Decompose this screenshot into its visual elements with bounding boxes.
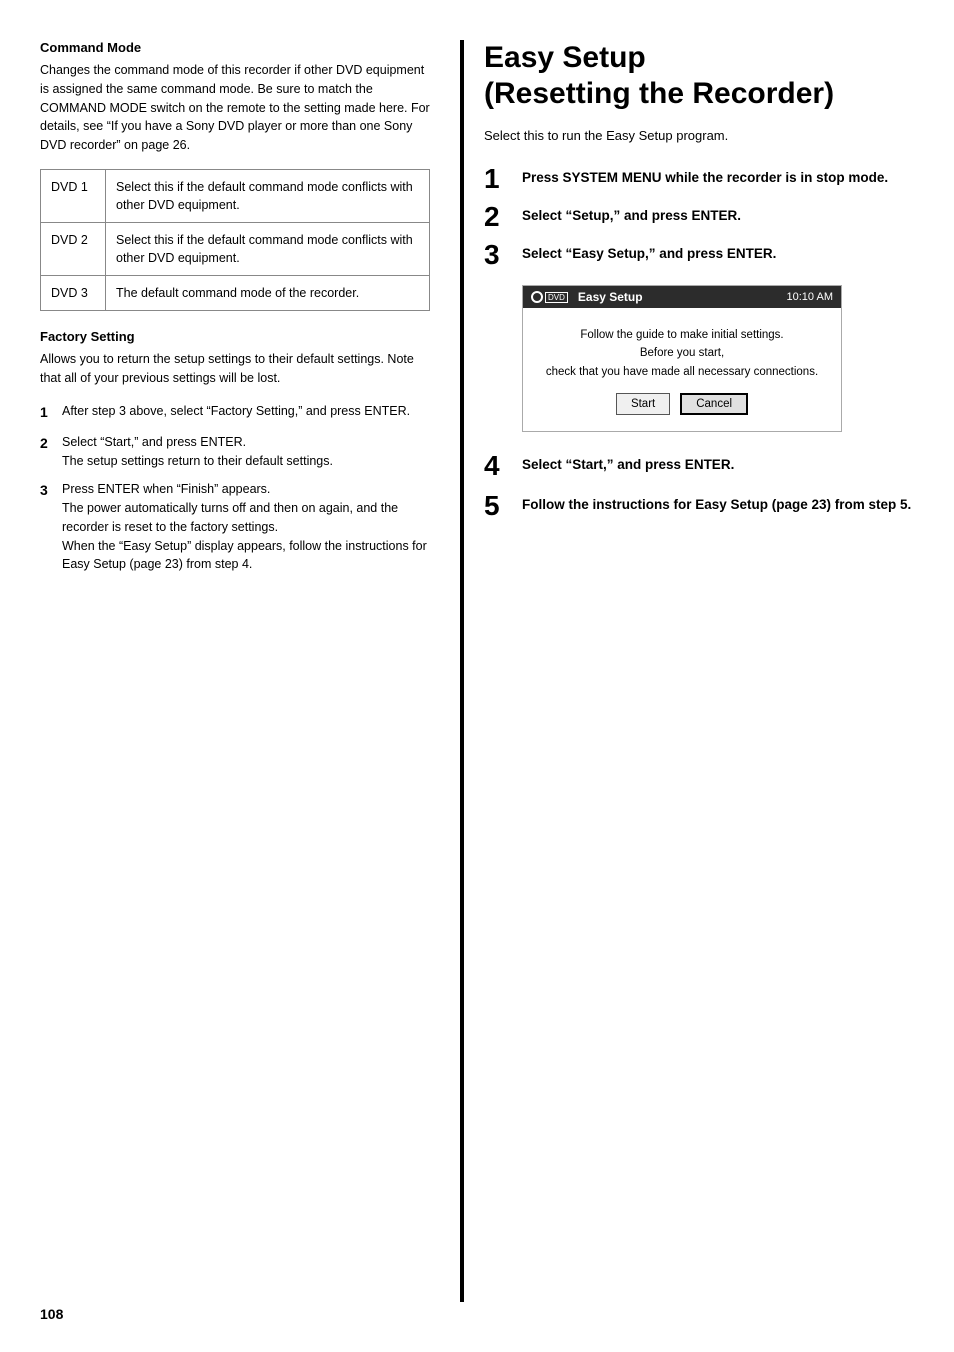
step-text: Press SYSTEM MENU while the recorder is … xyxy=(522,165,888,188)
table-row: DVD 2 Select this if the default command… xyxy=(41,223,430,276)
ui-mockup: DVD Easy Setup 10:10 AM Follow the guide… xyxy=(522,285,842,432)
right-column: Easy Setup (Resetting the Recorder) Sele… xyxy=(460,40,924,1302)
step-number: 2 xyxy=(40,433,62,471)
step-number: 2 xyxy=(484,203,522,231)
command-mode-section: Command Mode Changes the command mode of… xyxy=(40,40,430,311)
dvd-label: DVD 2 xyxy=(41,223,106,276)
step-text: Follow the instructions for Easy Setup (… xyxy=(522,492,911,515)
list-item: 5 Follow the instructions for Easy Setup… xyxy=(484,492,924,520)
mockup-body-line1: Follow the guide to make initial setting… xyxy=(539,326,825,344)
list-item: 1 Press SYSTEM MENU while the recorder i… xyxy=(484,165,924,193)
factory-setting-section: Factory Setting Allows you to return the… xyxy=(40,329,430,574)
page-container: Command Mode Changes the command mode of… xyxy=(0,0,954,1352)
step-content: After step 3 above, select “Factory Sett… xyxy=(62,402,430,423)
step-content: Select “Start,” and press ENTER.The setu… xyxy=(62,433,430,471)
dvd-desc: Select this if the default command mode … xyxy=(106,223,430,276)
mockup-body: Follow the guide to make initial setting… xyxy=(523,308,841,431)
table-row: DVD 3 The default command mode of the re… xyxy=(41,276,430,311)
list-item: 1 After step 3 above, select “Factory Se… xyxy=(40,402,430,423)
step-content: Press ENTER when “Finish” appears.The po… xyxy=(62,480,430,574)
step-number: 1 xyxy=(484,165,522,193)
step-number: 1 xyxy=(40,402,62,423)
step-text: Select “Setup,” and press ENTER. xyxy=(522,203,741,226)
dvd-circle xyxy=(531,291,543,303)
step-text: Select “Start,” and press ENTER. xyxy=(522,452,734,475)
command-mode-heading: Command Mode xyxy=(40,40,430,55)
dvd-label-small: DVD xyxy=(545,292,568,303)
left-column: Command Mode Changes the command mode of… xyxy=(40,40,460,1302)
page-number: 108 xyxy=(40,1306,63,1322)
step-number: 3 xyxy=(484,241,522,269)
mockup-header-title: Easy Setup xyxy=(578,290,787,304)
right-steps-list: 1 Press SYSTEM MENU while the recorder i… xyxy=(484,165,924,269)
dvd-icon: DVD xyxy=(531,291,572,303)
list-item: 3 Press ENTER when “Finish” appears.The … xyxy=(40,480,430,574)
list-item: 2 Select “Start,” and press ENTER.The se… xyxy=(40,433,430,471)
factory-setting-heading: Factory Setting xyxy=(40,329,430,344)
mockup-header-time: 10:10 AM xyxy=(787,291,833,303)
step-number: 3 xyxy=(40,480,62,574)
right-subtitle: Select this to run the Easy Setup progra… xyxy=(484,128,924,143)
step-number: 4 xyxy=(484,452,522,480)
command-mode-body: Changes the command mode of this recorde… xyxy=(40,61,430,155)
mockup-buttons: Start Cancel xyxy=(539,393,825,415)
right-steps-lower-list: 4 Select “Start,” and press ENTER. 5 Fol… xyxy=(484,452,924,520)
list-item: 4 Select “Start,” and press ENTER. xyxy=(484,452,924,480)
factory-setting-body: Allows you to return the setup settings … xyxy=(40,350,430,388)
dvd-desc: Select this if the default command mode … xyxy=(106,169,430,222)
factory-steps-list: 1 After step 3 above, select “Factory Se… xyxy=(40,402,430,574)
cancel-button[interactable]: Cancel xyxy=(680,393,748,415)
step-text: Select “Easy Setup,” and press ENTER. xyxy=(522,241,776,264)
list-item: 3 Select “Easy Setup,” and press ENTER. xyxy=(484,241,924,269)
dvd-desc: The default command mode of the recorder… xyxy=(106,276,430,311)
step-number: 5 xyxy=(484,492,522,520)
start-button[interactable]: Start xyxy=(616,393,670,415)
mockup-body-line2: Before you start, xyxy=(539,344,825,362)
table-row: DVD 1 Select this if the default command… xyxy=(41,169,430,222)
dvd-label: DVD 3 xyxy=(41,276,106,311)
dvd-table: DVD 1 Select this if the default command… xyxy=(40,169,430,312)
mockup-header: DVD Easy Setup 10:10 AM xyxy=(523,286,841,308)
dvd-label: DVD 1 xyxy=(41,169,106,222)
mockup-body-line3: check that you have made all necessary c… xyxy=(539,363,825,381)
list-item: 2 Select “Setup,” and press ENTER. xyxy=(484,203,924,231)
right-title: Easy Setup (Resetting the Recorder) xyxy=(484,40,924,112)
